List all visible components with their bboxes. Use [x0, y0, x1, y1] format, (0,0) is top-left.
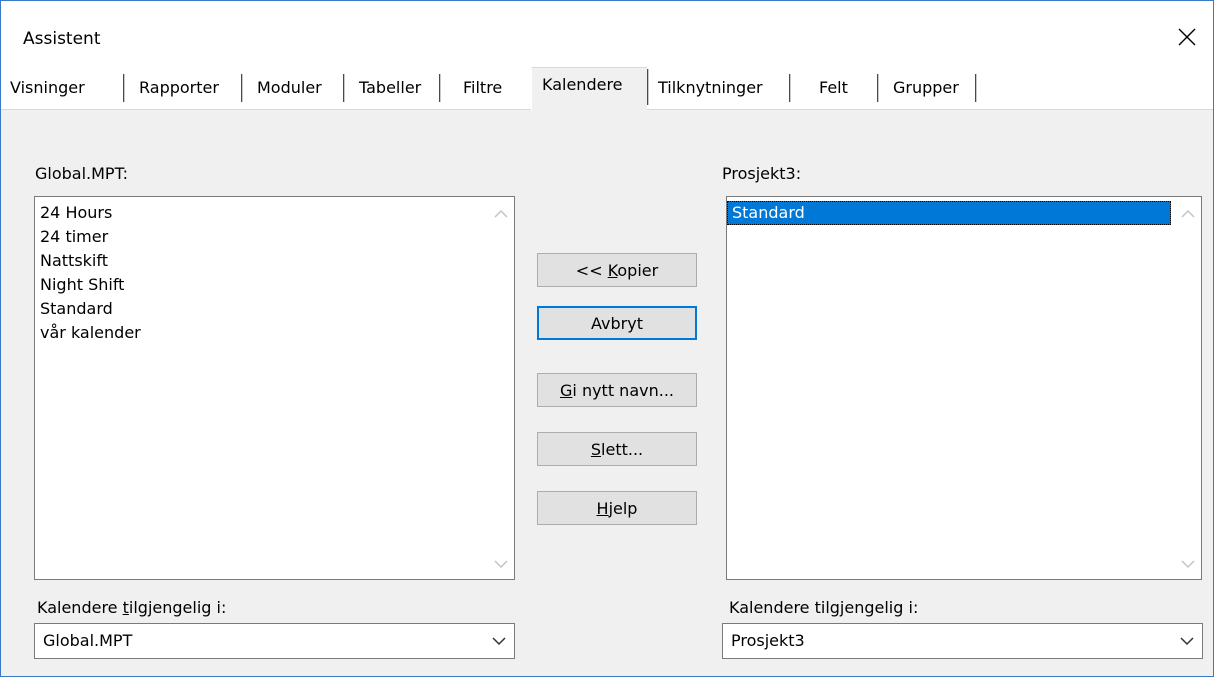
list-item[interactable]: 24 Hours [35, 201, 514, 225]
close-icon [1178, 28, 1196, 46]
left-available-combo[interactable]: Global.MPT [34, 623, 515, 659]
scroll-up-arrow-icon[interactable] [494, 209, 508, 219]
right-combo-value: Prosjekt3 [731, 631, 805, 650]
help-button-label: Hjelp [596, 498, 638, 518]
copy-button-label: << Kopier [575, 260, 659, 280]
tab-separator [877, 74, 879, 102]
list-item[interactable]: 24 timer [35, 225, 514, 249]
copy-button[interactable]: << Kopier [537, 253, 697, 287]
left-calendar-list[interactable]: 24 Hours 24 timer Nattskift Night Shift … [34, 196, 515, 580]
tab-grupper[interactable]: Grupper [893, 73, 959, 103]
list-item-selected[interactable]: Standard [727, 201, 1171, 225]
close-button[interactable] [1163, 17, 1211, 57]
tab-separator [241, 74, 243, 102]
tab-tilknytninger[interactable]: Tilknytninger [658, 73, 763, 103]
cancel-button-label: Avbryt [591, 313, 643, 333]
left-list-scrollbar[interactable] [488, 197, 514, 579]
left-list-items: 24 Hours 24 timer Nattskift Night Shift … [35, 197, 514, 345]
window-title: Assistent [23, 29, 101, 49]
tab-tabeller[interactable]: Tabeller [359, 73, 421, 103]
right-list-header: Prosjekt3: [722, 164, 802, 183]
tab-separator [975, 74, 977, 102]
tab-separator [647, 69, 649, 105]
list-item[interactable]: Night Shift [35, 273, 514, 297]
cancel-button[interactable]: Avbryt [537, 306, 697, 340]
chevron-down-icon[interactable] [492, 636, 506, 646]
list-item[interactable]: vår kalender [35, 321, 514, 345]
delete-button-label: Slett... [590, 439, 644, 459]
tab-rapporter[interactable]: Rapporter [139, 73, 219, 103]
scroll-up-arrow-icon[interactable] [1181, 209, 1195, 219]
chevron-down-icon[interactable] [1180, 636, 1194, 646]
list-item[interactable]: Standard [35, 297, 514, 321]
title-bar: Assistent [1, 1, 1213, 69]
tab-separator [123, 74, 125, 102]
right-list-items: Standard [727, 197, 1201, 225]
tab-separator [343, 74, 345, 102]
tab-visninger[interactable]: Visninger [10, 73, 85, 103]
right-calendar-list[interactable]: Standard [726, 196, 1202, 580]
left-combo-value: Global.MPT [43, 631, 133, 650]
help-button[interactable]: Hjelp [537, 491, 697, 525]
organizer-dialog: Assistent Visninger Rapporter Moduler Ta… [0, 0, 1214, 677]
delete-button[interactable]: Slett... [537, 432, 697, 466]
rename-button[interactable]: Gi nytt navn... [537, 373, 697, 407]
scroll-down-arrow-icon[interactable] [1181, 559, 1195, 569]
tab-moduler[interactable]: Moduler [257, 73, 322, 103]
tab-felt[interactable]: Felt [819, 73, 848, 103]
tab-filtre[interactable]: Filtre [463, 73, 502, 103]
right-available-combo[interactable]: Prosjekt3 [722, 623, 1203, 659]
rename-button-label: Gi nytt navn... [560, 380, 674, 400]
right-list-scrollbar[interactable] [1175, 197, 1201, 579]
left-list-header: Global.MPT: [35, 164, 128, 183]
scroll-down-arrow-icon[interactable] [494, 559, 508, 569]
left-available-label: Kalendere tilgjengelig i: [37, 598, 227, 617]
list-item[interactable]: Nattskift [35, 249, 514, 273]
tab-kalendere[interactable]: Kalendere [542, 70, 623, 100]
right-available-label: Kalendere tilgjengelig i: [729, 598, 919, 617]
tab-separator [789, 74, 791, 102]
tab-separator [439, 74, 441, 102]
